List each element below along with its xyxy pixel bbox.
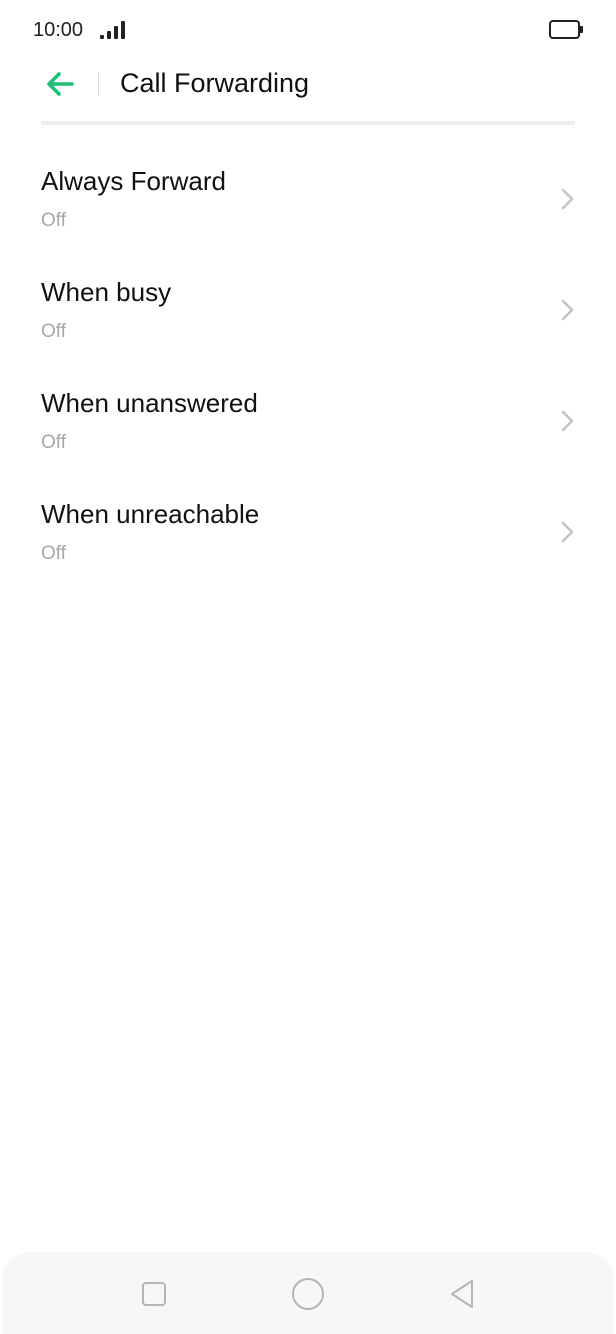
status-bar: 10:00 <box>0 0 616 60</box>
square-icon <box>142 1282 166 1306</box>
list-item-when-unreachable[interactable]: When unreachable Off <box>0 483 616 594</box>
item-title: When unreachable <box>41 499 260 529</box>
forwarding-options-list: Always Forward Off When busy Off When un… <box>0 150 616 594</box>
header-divider <box>98 72 99 96</box>
header-rule <box>41 121 575 125</box>
item-status: Off <box>41 432 66 453</box>
list-item-when-busy[interactable]: When busy Off <box>0 261 616 372</box>
status-time: 10:00 <box>33 19 84 41</box>
chevron-right-icon <box>561 188 574 210</box>
chevron-right-icon <box>561 299 574 321</box>
list-item-always-forward[interactable]: Always Forward Off <box>0 150 616 261</box>
chevron-right-icon <box>561 410 574 432</box>
item-title: When unanswered <box>41 388 258 418</box>
screen: 10:00 Call Forwarding Always Forward Off <box>0 0 616 1334</box>
chevron-right-icon <box>561 521 574 543</box>
arrow-left-icon <box>47 72 74 96</box>
page-title: Call Forwarding <box>120 68 310 98</box>
triangle-back-icon <box>451 1280 473 1308</box>
battery-full-icon <box>549 20 583 39</box>
item-status: Off <box>41 210 66 231</box>
recents-button[interactable] <box>134 1274 174 1314</box>
nav-back-button[interactable] <box>442 1274 482 1314</box>
item-status: Off <box>41 543 66 564</box>
back-button[interactable] <box>36 64 84 104</box>
item-title: When busy <box>41 277 172 307</box>
circle-icon <box>292 1278 324 1310</box>
system-nav-bar <box>2 1252 614 1334</box>
item-title: Always Forward <box>41 166 226 196</box>
item-status: Off <box>41 321 66 342</box>
signal-bars-icon <box>100 21 126 39</box>
home-button[interactable] <box>288 1274 328 1314</box>
header: Call Forwarding <box>0 60 616 126</box>
list-item-when-unanswered[interactable]: When unanswered Off <box>0 372 616 483</box>
